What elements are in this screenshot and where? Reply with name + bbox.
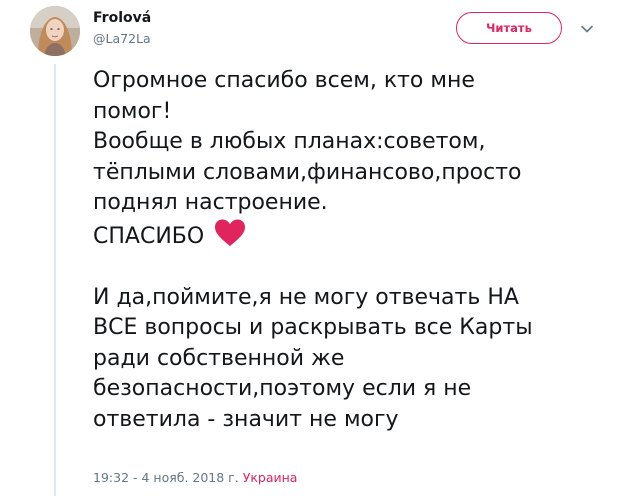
tweet-paragraph-2: И да,поймите,я не могу отвечать НА ВСЕ в… <box>93 284 533 432</box>
avatar[interactable] <box>30 6 80 56</box>
follow-button-label: Читать <box>486 21 532 35</box>
thread-line <box>54 64 56 496</box>
author-name[interactable]: Frolová <box>93 10 151 26</box>
tweet-thanks-text: СПАСИБО <box>93 223 205 249</box>
tweet-container: Frolová @La72La Читать Огромное спасибо … <box>0 0 620 496</box>
tweet-paragraph-spacer <box>93 252 603 283</box>
red-heart-icon <box>215 219 246 246</box>
profile-photo-avatar <box>30 6 80 56</box>
author-handle[interactable]: @La72La <box>93 31 151 46</box>
tweet-thanks-line: СПАСИБО <box>93 219 603 253</box>
tweet-meta: 19:32 - 4 нояб. 2018 г. Украина <box>93 470 297 485</box>
tweet-timestamp[interactable]: 19:32 - 4 нояб. 2018 г. <box>93 470 239 485</box>
follow-button[interactable]: Читать <box>456 12 562 44</box>
tweet-location[interactable]: Украина <box>243 470 298 485</box>
chevron-down-icon[interactable] <box>580 22 594 36</box>
tweet-paragraph-1: Огромное спасибо всем, кто мне помог! Во… <box>93 68 522 215</box>
tweet-text: Огромное спасибо всем, кто мне помог! Во… <box>93 66 603 435</box>
